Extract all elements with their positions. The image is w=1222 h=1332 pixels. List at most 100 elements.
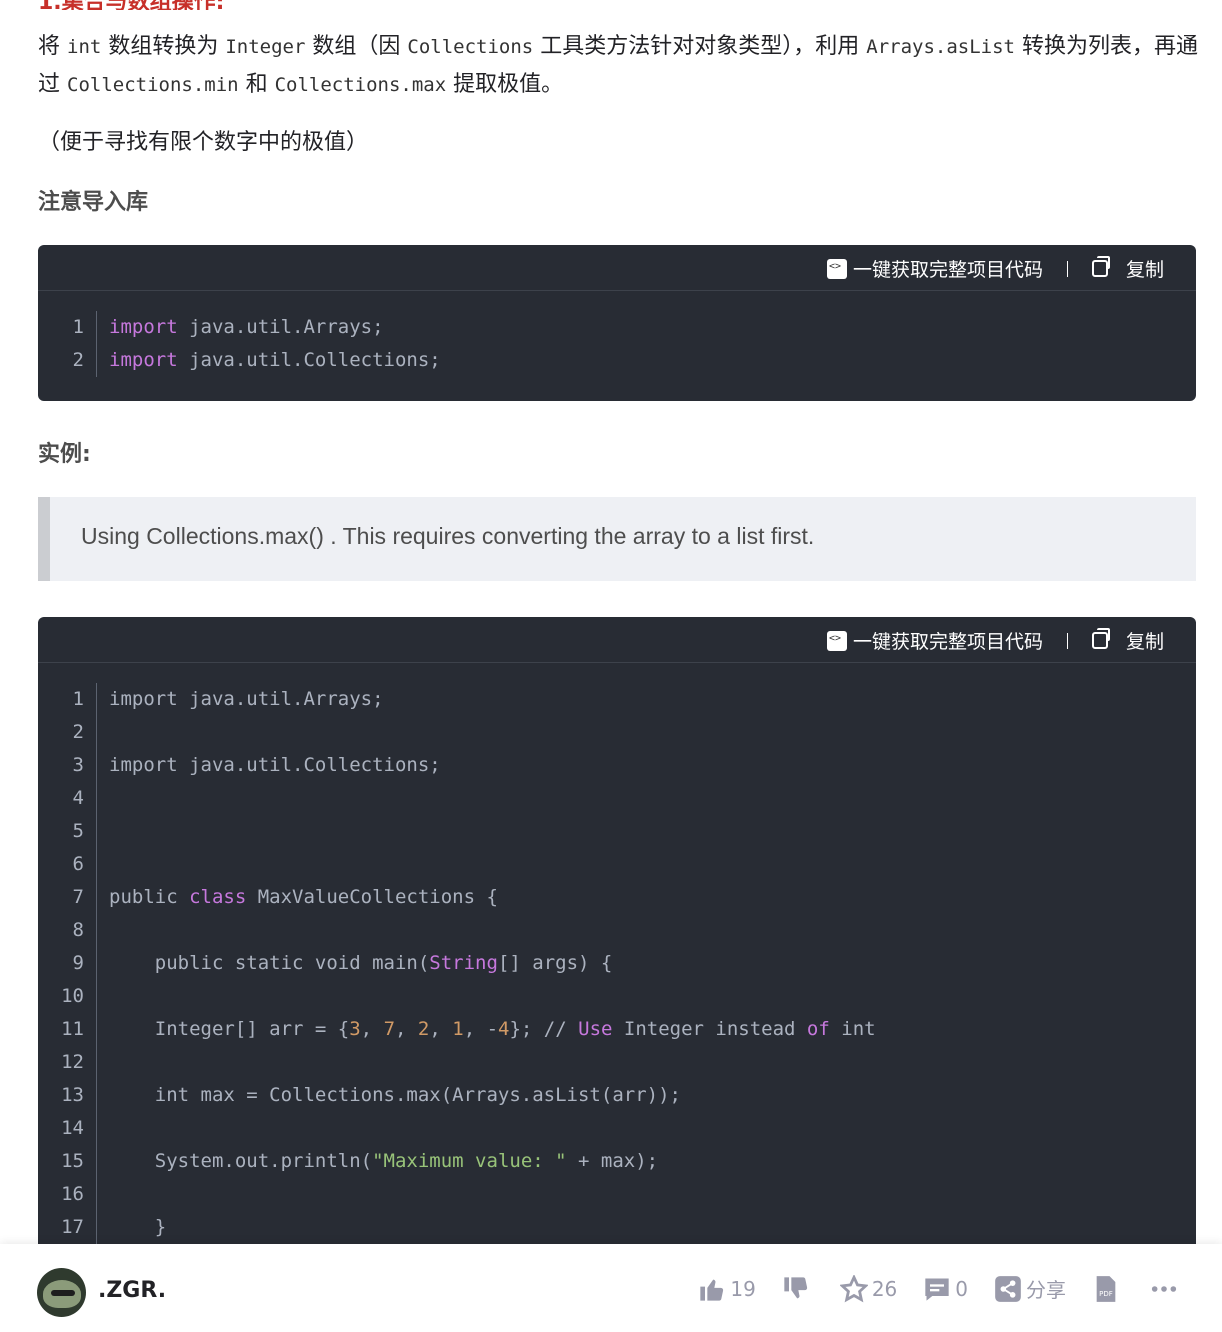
code-line: 6 [38, 848, 1196, 881]
author-avatar[interactable] [37, 1268, 86, 1317]
code-line: 12 [38, 1046, 1196, 1079]
line-number: 11 [38, 1013, 97, 1046]
get-full-code-label: 一键获取完整项目代码 [852, 631, 1043, 653]
code-text: System.out.println("Maximum value: " + m… [97, 1145, 658, 1178]
note-paragraph: （便于寻找有限个数字中的极值） [38, 130, 369, 155]
dislike-button[interactable] [782, 1275, 814, 1303]
code-line: 8 [38, 914, 1196, 947]
comment-button[interactable]: 0 [923, 1275, 968, 1303]
paragraph-text: 提取极值。 [446, 72, 564, 97]
code-line: 13 int max = Collections.max(Arrays.asLi… [38, 1079, 1196, 1112]
thumbs-up-icon [700, 1279, 724, 1301]
code-token: int max = Collections.max(Arrays.asList(… [109, 1084, 681, 1106]
code-line: 17 } [38, 1211, 1196, 1244]
code-text: import java.util.Arrays; [97, 683, 384, 716]
line-number: 8 [38, 914, 97, 947]
inline-code: Collections [407, 36, 534, 58]
code-line: 16 [38, 1178, 1196, 1211]
line-number: 13 [38, 1079, 97, 1112]
code-text: Integer[] arr = {3, 7, 2, 1, -4}; // Use… [97, 1013, 876, 1046]
code-line: 7 public class MaxValueCollections { [38, 881, 1196, 914]
line-number: 4 [38, 782, 97, 815]
code-line: 2 [38, 716, 1196, 749]
get-full-code-button[interactable]: 一键获取完整项目代码 [826, 255, 1043, 282]
code-text: import java.util.Collections; [97, 749, 441, 782]
author-name[interactable]: .ZGR. [98, 1278, 166, 1303]
line-number: 3 [38, 749, 97, 782]
code-lines: 1 import java.util.Arrays; 2 3 import java.u… [38, 663, 1196, 1244]
code-line: 14 [38, 1112, 1196, 1145]
paragraph-text: 和 [238, 72, 275, 97]
line-number: 14 [38, 1112, 97, 1145]
code-text: public class MaxValueCollections { [97, 881, 498, 914]
code-line: 15 System.out.println("Maximum value: " … [38, 1145, 1196, 1178]
code-line: 9 public static void main(String[] args)… [38, 947, 1196, 980]
intro-paragraph: 将 int 数组转换为 Integer 数组（因 Collections 工具类… [38, 28, 1198, 104]
action-bar: 19 26 0 分享 PDF [672, 1274, 1182, 1303]
svg-text:PDF: PDF [1099, 1290, 1113, 1298]
inline-code: Collections.max [274, 74, 447, 96]
code-line: 2 import java.util.Collections; [38, 344, 1196, 377]
code-block-example: 一键获取完整项目代码 复制 1 import java.util.Arrays; 2… [38, 617, 1196, 1317]
paragraph-text: 工具类方法针对对象类型），利用 [533, 34, 867, 59]
like-count: 19 [730, 1276, 756, 1301]
share-icon [995, 1275, 1021, 1302]
more-button[interactable] [1150, 1275, 1182, 1303]
code-token: , [429, 1018, 453, 1040]
code-text: import java.util.Arrays; [97, 311, 384, 344]
code-token: import java.util.Arrays; [109, 688, 384, 710]
line-number: 17 [38, 1211, 97, 1244]
code-token: System.out.println( [109, 1150, 373, 1172]
code-token: }; // [509, 1018, 579, 1040]
code-token: , [395, 1018, 418, 1040]
comment-count: 0 [955, 1276, 968, 1301]
toolbar-divider [1066, 260, 1068, 277]
code-token: 7 [383, 1018, 396, 1040]
example-heading: 实例: [38, 442, 91, 467]
code-token: class [189, 886, 247, 908]
code-token: 2 [417, 1018, 430, 1040]
star-icon [839, 1274, 868, 1302]
code-token: import [109, 316, 178, 338]
paragraph-text: 将 [38, 34, 67, 59]
code-token: [] args) { [497, 952, 613, 974]
share-button[interactable]: 分享 [994, 1274, 1066, 1303]
paragraph-text: 数组（因 [305, 34, 408, 59]
line-number: 1 [38, 311, 97, 344]
code-text: public static void main(String[] args) { [97, 947, 613, 980]
copy-icon [1091, 256, 1110, 277]
code-lines: 1 import java.util.Arrays; 2 import java.ut… [38, 291, 1196, 377]
code-token: } [109, 1216, 167, 1238]
line-number: 12 [38, 1046, 97, 1079]
code-text: import java.util.Collections; [97, 344, 441, 377]
code-token: 4 [498, 1018, 510, 1040]
code-token: , - [463, 1018, 499, 1040]
copy-button[interactable]: 复制 [1091, 255, 1164, 282]
code-line: 1 import java.util.Arrays; [38, 683, 1196, 716]
line-number: 10 [38, 980, 97, 1013]
line-number: 1 [38, 683, 97, 716]
code-token: , [360, 1018, 384, 1040]
pdf-icon: PDF [1096, 1275, 1116, 1302]
get-full-code-button[interactable]: 一键获取完整项目代码 [826, 627, 1043, 654]
paragraph-text: 数组转换为 [101, 34, 226, 59]
code-token: import [109, 349, 178, 371]
code-token: Integer instead [612, 1018, 807, 1040]
copy-button[interactable]: 复制 [1091, 627, 1164, 654]
blockquote: Using Collections.max() . This requires … [38, 497, 1196, 581]
line-number: 5 [38, 815, 97, 848]
thumbs-down-icon [784, 1276, 807, 1298]
line-number: 16 [38, 1178, 97, 1211]
code-token: MaxValueCollections { [246, 886, 498, 908]
code-block-imports: 一键获取完整项目代码 复制 1import java.util.Arrays;2… [38, 245, 1196, 401]
pdf-button[interactable]: PDF [1092, 1275, 1124, 1303]
like-button[interactable]: 19 [698, 1275, 756, 1303]
inline-code: Arrays.asList [866, 36, 1015, 58]
more-dots-icon [1151, 1285, 1177, 1292]
favorite-button[interactable]: 26 [839, 1274, 897, 1303]
